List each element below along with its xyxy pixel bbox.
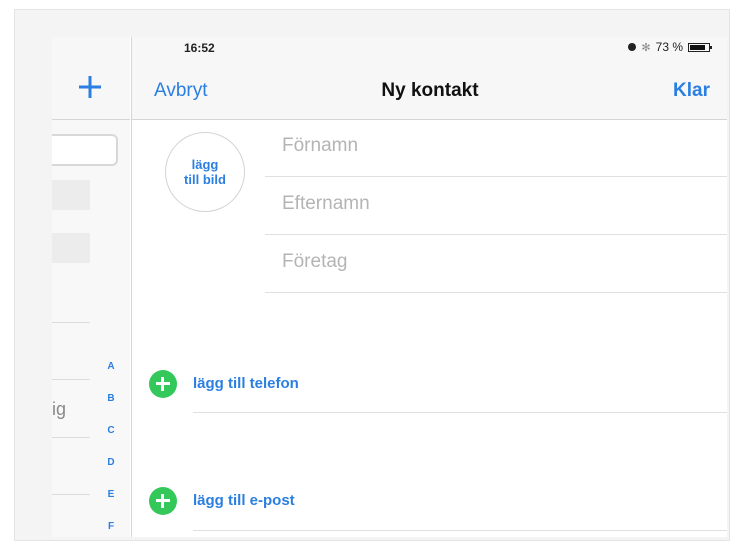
new-contact-nav-bar: 16:52 ✻ 73 % Ny kontakt Avbryt Klar — [132, 37, 727, 120]
add-photo-label-line1: lägg — [191, 157, 219, 172]
email-divider — [193, 530, 727, 531]
add-photo-button[interactable]: lägg till bild — [165, 132, 245, 212]
orientation-lock-icon — [628, 43, 637, 51]
index-letter-c[interactable]: C — [104, 425, 118, 457]
device-frame: ig A B C D E F 16:52 ✻ 73 % Ny kontakt A… — [14, 9, 730, 541]
index-letter-d[interactable]: D — [104, 457, 118, 489]
battery-icon — [688, 42, 712, 52]
cancel-button[interactable]: Avbryt — [154, 80, 208, 102]
add-phone-icon[interactable] — [149, 370, 177, 398]
status-time: 16:52 — [184, 41, 215, 55]
contacts-search-field[interactable] — [52, 134, 118, 166]
add-photo-label: lägg till bild — [184, 157, 226, 187]
done-button[interactable]: Klar — [673, 80, 710, 102]
list-divider — [52, 322, 90, 323]
first-name-field[interactable] — [282, 135, 702, 157]
bluetooth-icon: ✻ — [641, 41, 651, 54]
add-phone-row[interactable]: lägg till telefon — [132, 356, 727, 412]
status-indicators: ✻ 73 % — [628, 40, 712, 54]
contacts-list-nav-bar — [52, 37, 130, 120]
first-name-row — [265, 119, 727, 177]
add-phone-label[interactable]: lägg till telefon — [193, 375, 299, 392]
plus-icon — [79, 76, 101, 98]
index-letter-b[interactable]: B — [104, 393, 118, 425]
index-letter-e[interactable]: E — [104, 489, 118, 521]
last-name-row — [265, 177, 727, 235]
list-divider — [52, 379, 90, 380]
company-field[interactable] — [282, 251, 702, 273]
list-divider — [52, 494, 90, 495]
add-email-row[interactable]: lägg till e-post — [132, 473, 727, 529]
company-row — [265, 235, 727, 293]
list-item[interactable] — [52, 180, 90, 210]
add-email-icon[interactable] — [149, 487, 177, 515]
alphabet-index[interactable]: A B C D E F — [104, 361, 118, 537]
battery-percentage: 73 % — [655, 40, 683, 54]
index-letter-a[interactable]: A — [104, 361, 118, 393]
contacts-list-panel: ig A B C D E F — [52, 37, 130, 537]
new-contact-panel: 16:52 ✻ 73 % Ny kontakt Avbryt Klar lägg… — [131, 37, 727, 537]
list-item-partial-text: ig — [52, 399, 67, 419]
page-title: Ny kontakt — [381, 80, 479, 101]
phone-divider — [193, 412, 727, 413]
add-email-label[interactable]: lägg till e-post — [193, 492, 295, 509]
list-divider — [52, 437, 90, 438]
index-letter-f[interactable]: F — [104, 521, 118, 537]
screen: ig A B C D E F 16:52 ✻ 73 % Ny kontakt A… — [52, 37, 727, 537]
add-photo-label-line2: till bild — [184, 172, 226, 187]
list-item[interactable] — [52, 233, 90, 263]
last-name-field[interactable] — [282, 193, 702, 215]
add-contact-button[interactable] — [78, 75, 102, 99]
